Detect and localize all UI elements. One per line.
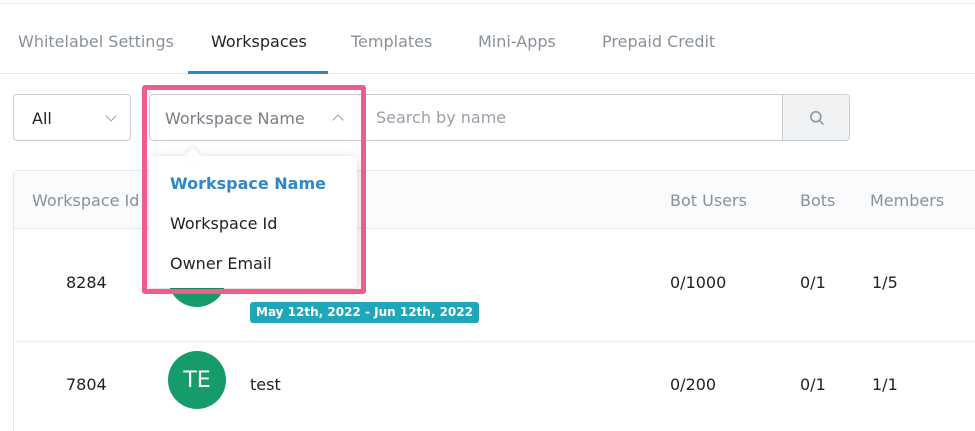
scope-select[interactable]: All xyxy=(13,94,131,141)
row-bot-users: 0/1000 xyxy=(670,273,727,292)
row-divider xyxy=(14,341,975,342)
tab-whitelabel-settings[interactable]: Whitelabel Settings xyxy=(18,32,174,51)
row-workspace-id: 8284 xyxy=(66,273,107,292)
tab-bar: Whitelabel Settings Workspaces Templates… xyxy=(0,4,975,74)
date-range-badge: May 12th, 2022 - Jun 12th, 2022 xyxy=(250,302,479,323)
column-header-workspace-id[interactable]: Workspace Id xyxy=(32,191,139,210)
row-members: 1/5 xyxy=(872,273,898,292)
avatar-initials: TE xyxy=(183,367,211,393)
row-bot-users: 0/200 xyxy=(670,375,717,394)
option-workspace-id[interactable]: Workspace Id xyxy=(170,214,277,233)
scope-select-value: All xyxy=(32,109,52,128)
field-dropdown-menu: Workspace Name Workspace Id Owner Email xyxy=(149,147,357,288)
column-header-members[interactable]: Members xyxy=(870,191,944,210)
option-workspace-name[interactable]: Workspace Name xyxy=(170,174,326,193)
dropdown-caret xyxy=(184,147,202,165)
row-workspace-id: 7804 xyxy=(66,375,107,394)
field-select-value: Workspace Name xyxy=(165,109,305,128)
row-bots: 0/1 xyxy=(800,273,826,292)
avatar: TE xyxy=(168,351,226,409)
chevron-down-icon xyxy=(105,110,117,122)
search-button[interactable] xyxy=(782,94,850,141)
tab-workspaces[interactable]: Workspaces xyxy=(211,32,307,51)
workspace-name-link[interactable]: test xyxy=(250,375,281,394)
search-input[interactable] xyxy=(358,94,783,141)
tab-prepaid-credit[interactable]: Prepaid Credit xyxy=(602,32,715,51)
tab-templates[interactable]: Templates xyxy=(351,32,432,51)
field-select[interactable]: Workspace Name xyxy=(149,94,359,141)
active-tab-indicator xyxy=(188,71,328,74)
row-bots: 0/1 xyxy=(800,375,826,394)
tab-mini-apps[interactable]: Mini-Apps xyxy=(478,32,556,51)
column-header-bot-users[interactable]: Bot Users xyxy=(670,191,747,210)
row-members: 1/1 xyxy=(872,375,898,394)
search-icon xyxy=(810,111,824,125)
column-header-bots[interactable]: Bots xyxy=(800,191,835,210)
option-owner-email[interactable]: Owner Email xyxy=(170,254,272,273)
chevron-up-icon xyxy=(332,114,344,126)
